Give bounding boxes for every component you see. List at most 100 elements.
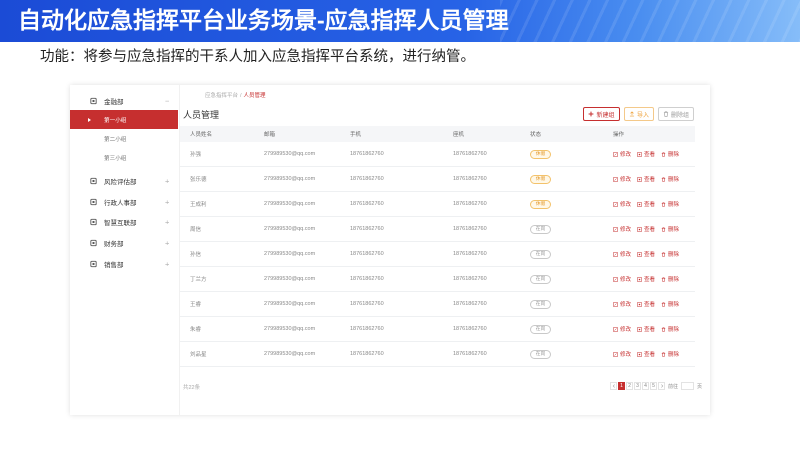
edit-button[interactable]: 修改 [613, 275, 637, 283]
next-page-button[interactable] [658, 382, 665, 390]
edit-button[interactable]: 修改 [613, 150, 637, 158]
action-label: 删除 [668, 352, 680, 358]
action-label: 修改 [620, 302, 632, 308]
sidebar-group[interactable]: 销售部 + [70, 253, 179, 274]
cell-landline: 18761862760 [453, 226, 487, 232]
edit-button[interactable]: 修改 [613, 200, 637, 208]
row-actions: 修改 查看 删除 [613, 200, 695, 208]
expand-toggle[interactable]: + [165, 218, 169, 227]
cell-status: 休假 [530, 149, 613, 159]
breadcrumb-root[interactable]: 应急指挥平台 [205, 93, 238, 99]
trash-icon [661, 326, 666, 332]
action-label: 修改 [620, 227, 632, 233]
view-button[interactable]: 查看 [637, 275, 661, 283]
goto-page-input[interactable] [681, 382, 695, 390]
cell-landline: 18761862760 [453, 201, 487, 207]
page-number-button[interactable]: 2 [626, 382, 633, 390]
view-button[interactable]: 查看 [637, 250, 661, 258]
cell-name: 孙强 [190, 152, 202, 158]
edit-button[interactable]: 修改 [613, 225, 637, 233]
sidebar-group[interactable]: 智慧互联部 + [70, 212, 179, 233]
cell-email: 279989530@qq.com [264, 351, 316, 357]
view-button[interactable]: 查看 [637, 175, 661, 183]
delete-button[interactable]: 删除 [661, 200, 685, 208]
delete-button[interactable]: 删除 [661, 175, 685, 183]
delete-button[interactable]: 删除 [661, 250, 685, 258]
sidebar-group[interactable]: 风险评估部 + [70, 171, 179, 192]
building-icon [90, 219, 97, 226]
cell-email: 279989530@qq.com [264, 226, 316, 232]
row-actions: 修改 查看 删除 [613, 225, 695, 233]
expand-toggle[interactable]: + [165, 259, 169, 268]
expand-toggle[interactable]: + [165, 239, 169, 248]
delete-button[interactable]: 删除 [661, 350, 685, 358]
row-actions: 修改 查看 删除 [613, 275, 695, 283]
page-number-button[interactable]: 1 [618, 382, 625, 390]
view-button[interactable]: 查看 [637, 300, 661, 308]
cell-mobile: 18761862760 [350, 301, 384, 307]
delete-group-label: 删除组 [670, 112, 689, 119]
action-label: 查看 [644, 252, 656, 258]
page-number-button[interactable]: 5 [650, 382, 657, 390]
sidebar-subgroup[interactable]: 第二小组 [70, 129, 178, 148]
edit-button[interactable]: 修改 [613, 175, 637, 183]
sidebar-subgroup[interactable]: 第一小组 [70, 110, 178, 129]
row-actions: 修改 查看 删除 [613, 175, 695, 183]
action-label: 删除 [668, 252, 680, 258]
edit-button[interactable]: 修改 [613, 250, 637, 258]
action-label: 删除 [668, 177, 680, 183]
table-row: 孙强 279989530@qq.com 18761862760 18761862760… [180, 142, 695, 167]
sidebar-group-label: 行政人事部 [104, 199, 137, 207]
edit-button[interactable]: 修改 [613, 350, 637, 358]
expand-toggle[interactable]: + [165, 177, 169, 186]
row-actions: 修改 查看 删除 [613, 150, 695, 158]
edit-button[interactable]: 修改 [613, 300, 637, 308]
sidebar-group[interactable]: 行政人事部 + [70, 192, 179, 213]
edit-icon [613, 226, 618, 232]
import-button[interactable]: 导入 [624, 107, 654, 121]
trash-icon [661, 226, 666, 232]
cell-mobile: 18761862760 [350, 276, 384, 282]
sidebar-group[interactable]: 财务部 + [70, 233, 179, 254]
table-header: 人员姓名 邮箱 手机 座机 状态 操作 [180, 126, 695, 142]
delete-group-button[interactable]: 删除组 [658, 107, 694, 121]
cell-mobile: 18761862760 [350, 326, 384, 332]
new-group-button[interactable]: 新建组 [583, 107, 620, 121]
action-label: 查看 [644, 277, 656, 283]
delete-button[interactable]: 删除 [661, 325, 685, 333]
delete-button[interactable]: 删除 [661, 225, 685, 233]
delete-button[interactable]: 删除 [661, 300, 685, 308]
expand-toggle[interactable]: + [165, 197, 169, 206]
sidebar-group[interactable]: 金融部 − [70, 92, 179, 110]
delete-button[interactable]: 删除 [661, 275, 685, 283]
page-number-button[interactable]: 4 [642, 382, 649, 390]
edit-button[interactable]: 修改 [613, 325, 637, 333]
view-button[interactable]: 查看 [637, 225, 661, 233]
trash-icon [661, 351, 666, 357]
view-button[interactable]: 查看 [637, 350, 661, 358]
view-button[interactable]: 查看 [637, 325, 661, 333]
delete-button[interactable]: 删除 [661, 150, 685, 158]
collapse-toggle[interactable]: − [165, 97, 169, 106]
cell-name: 丁兰方 [190, 277, 207, 283]
page-number-button[interactable]: 3 [634, 382, 641, 390]
building-icon [90, 178, 97, 185]
edit-icon [613, 276, 618, 282]
view-button[interactable]: 查看 [637, 200, 661, 208]
building-icon [90, 239, 97, 247]
sidebar-subgroup[interactable]: 第三小组 [70, 148, 178, 167]
table-row: 丁兰方 279989530@qq.com 18761862760 1876186276… [180, 267, 695, 292]
action-label: 删除 [668, 327, 680, 333]
cell-mobile: 18761862760 [350, 226, 384, 232]
view-button[interactable]: 查看 [637, 150, 661, 158]
action-label: 修改 [620, 202, 632, 208]
import-label: 导入 [636, 112, 649, 119]
cell-name: 周信 [190, 227, 202, 233]
cell-status: 在岗 [530, 224, 613, 234]
upload-icon [629, 111, 635, 117]
prev-page-button[interactable] [610, 382, 617, 390]
row-actions: 修改 查看 删除 [613, 250, 695, 258]
status-badge: 在岗 [530, 299, 551, 309]
cell-status: 在岗 [530, 249, 613, 259]
column-header: 人员姓名 [190, 132, 213, 138]
